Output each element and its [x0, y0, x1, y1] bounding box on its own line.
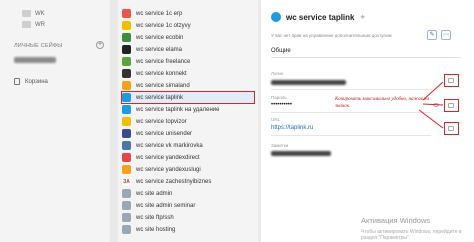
entry-icon [122, 57, 131, 66]
entry-label: wc service simaland [136, 82, 190, 89]
entry-detail-panel: wc service taplink ★ У вас нет прав на у… [261, 0, 474, 242]
entry-label: wc site admin [136, 190, 173, 197]
redacted-vault-name[interactable] [14, 57, 56, 63]
entry-icon [122, 141, 131, 150]
trash-item[interactable]: Корзина [14, 78, 48, 85]
entry-label: wc site ftp/ssh [136, 214, 174, 221]
list-item[interactable]: wc service topvizor [122, 116, 254, 127]
entry-label: wc service taplink [136, 94, 184, 101]
entry-icon [122, 129, 131, 138]
entry-label: wc service topvizor [136, 118, 187, 125]
folder-item[interactable]: WR [22, 21, 45, 28]
list-item[interactable]: wc service ecobin [122, 32, 254, 43]
arrow-to-password-copy [422, 103, 444, 106]
list-item[interactable]: wc site admin [122, 188, 254, 199]
entry-label: wc service konnekt [136, 70, 187, 77]
windows-activation-subtitle: Чтобы активировать Windows, перейдите в … [361, 229, 462, 241]
list-item-selected[interactable]: wc service taplink [121, 91, 255, 104]
add-vault-button[interactable]: + [96, 41, 104, 49]
entry-icon [122, 93, 131, 102]
windows-activation-title: Активация Windows [361, 216, 431, 225]
entry-icon [122, 153, 131, 162]
entry-icon [122, 69, 131, 78]
entry-label: wc service elama [136, 46, 183, 53]
entry-label: wc service yandexuslugi [136, 166, 201, 173]
list-item[interactable]: wc site admin seminar [122, 200, 254, 211]
folder-icon [22, 10, 31, 17]
entry-icon [122, 33, 131, 42]
list-item[interactable]: wc service unisender [122, 128, 254, 139]
folder-icon [22, 21, 31, 28]
entry-label: wc service yandexdirect [136, 154, 200, 161]
list-item[interactable]: wc service vk markirovka [122, 140, 254, 151]
list-item[interactable]: wc service yandexuslugi [122, 164, 254, 175]
section-title: ЛИЧНЫЕ СЕЙФЫ [14, 43, 63, 49]
entry-label: wc service zachestnyibiznes [136, 178, 212, 185]
entry-label: wc service taplink на удаление [136, 106, 220, 113]
arrow-to-login-copy [422, 81, 444, 101]
folder-label: WK [35, 10, 45, 17]
entry-label: wc service 1c otzyvy [136, 22, 191, 29]
list-item[interactable]: wc site ftp/ssh [122, 212, 254, 223]
entry-label: wc service ecobin [136, 34, 184, 41]
trash-icon [14, 78, 20, 85]
arrow-to-url-copy [418, 109, 444, 129]
entry-icon [122, 189, 131, 198]
list-item[interactable]: wc service simaland [122, 80, 254, 91]
list-item[interactable]: wc service elama [122, 44, 254, 55]
entry-icon [122, 225, 131, 234]
list-item[interactable]: wc site hosting [122, 224, 254, 235]
entry-label: wc service freelance [136, 58, 191, 65]
list-item[interactable]: wc service 1c erp [122, 8, 254, 19]
entry-label: wc service vk markirovka [136, 142, 203, 149]
folder-item[interactable]: WK [22, 10, 45, 17]
entry-label: wc site admin seminar [136, 202, 196, 209]
entry-label: wc service 1c erp [136, 10, 183, 17]
entry-icon [122, 81, 131, 90]
entry-label: wc service unisender [136, 130, 193, 137]
entry-list: wc service 1c erp wc service 1c otzyvy w… [118, 0, 258, 242]
sidebar: WK WR ЛИЧНЫЕ СЕЙФЫ + Корзина [0, 0, 110, 242]
entry-icon [122, 105, 131, 114]
trash-label: Корзина [25, 78, 48, 85]
list-item[interactable]: wc service konnekt [122, 68, 254, 79]
list-item[interactable]: ЗА wc service zachestnyibiznes [122, 176, 254, 187]
list-item[interactable]: wc service freelance [122, 56, 254, 67]
list-item[interactable]: wc service yandexdirect [122, 152, 254, 163]
entry-label: wc site hosting [136, 226, 176, 233]
entry-icon: ЗА [122, 177, 131, 186]
entry-icon [122, 21, 131, 30]
list-item[interactable]: wc service taplink на удаление [122, 104, 254, 115]
entry-icon [122, 213, 131, 222]
folder-label: WR [35, 21, 45, 28]
list-item[interactable]: wc service 1c otzyvy [122, 20, 254, 31]
entry-icon [122, 201, 131, 210]
entry-icon [122, 9, 131, 18]
entry-icon [122, 165, 131, 174]
entry-icon [122, 45, 131, 54]
annotation-arrows [418, 81, 444, 129]
entry-icon [122, 117, 131, 126]
